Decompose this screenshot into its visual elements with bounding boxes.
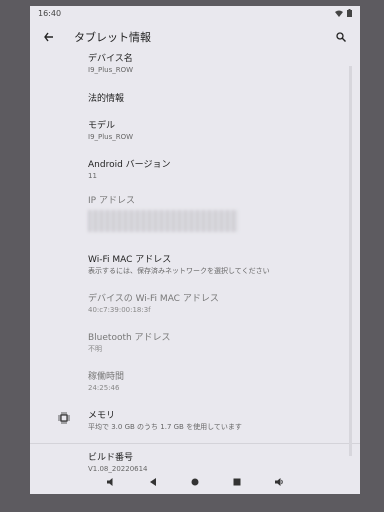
item-label: デバイス名: [88, 54, 133, 64]
item-label: Bluetooth アドレス: [88, 333, 171, 343]
item-label: デバイスの Wi-Fi MAC アドレス: [88, 294, 219, 304]
bluetooth-address-item: Bluetooth アドレス 不明: [30, 332, 360, 355]
divider: [30, 443, 360, 444]
device-wifi-mac-item: デバイスの Wi-Fi MAC アドレス 40:c7:39:00:18:3f: [30, 293, 360, 316]
item-label: メモリ: [88, 411, 116, 421]
settings-screen: 16:40 タブレット情報 デバイス名 I9_Plus_ROW 法的情報 モデル…: [30, 6, 360, 494]
page-title: タブレット情報: [74, 31, 151, 44]
nav-back-icon[interactable]: [148, 477, 158, 490]
nav-recents-icon[interactable]: [232, 477, 242, 490]
wifi-icon: [335, 10, 343, 17]
legal-info-item[interactable]: 法的情報: [30, 93, 360, 105]
back-arrow-icon[interactable]: [40, 28, 58, 46]
nav-home-icon[interactable]: [190, 477, 200, 490]
item-value: I9_Plus_ROW: [88, 133, 134, 141]
item-value: 表示するには、保存済みネットワークを選択してください: [88, 267, 270, 275]
volume-up-icon[interactable]: [274, 477, 284, 490]
battery-icon: [347, 9, 352, 17]
search-icon[interactable]: [332, 28, 350, 46]
status-time: 16:40: [38, 8, 62, 18]
item-value: 11: [88, 172, 97, 180]
item-label: Wi-Fi MAC アドレス: [88, 255, 172, 265]
uptime-item: 稼働時間 24:25:46: [30, 371, 360, 394]
item-label: 法的情報: [88, 94, 125, 104]
item-label: Android バージョン: [88, 160, 171, 170]
app-bar: タブレット情報: [30, 20, 360, 54]
about-list: デバイス名 I9_Plus_ROW 法的情報 モデル I9_Plus_ROW A…: [30, 53, 360, 475]
item-value: 24:25:46: [88, 384, 120, 392]
item-label: ビルド番号: [88, 453, 134, 463]
item-value: I9_Plus_ROW: [88, 66, 134, 74]
item-label: IP アドレス: [88, 196, 135, 206]
redacted-ip-address: [88, 210, 238, 232]
item-value: 不明: [88, 345, 102, 353]
status-icons: [335, 9, 352, 17]
wifi-mac-item[interactable]: Wi-Fi MAC アドレス 表示するには、保存済みネットワークを選択してくださ…: [30, 254, 360, 277]
device-name-item[interactable]: デバイス名 I9_Plus_ROW: [30, 53, 360, 76]
ip-address-item: IP アドレス: [30, 195, 360, 236]
model-item[interactable]: モデル I9_Plus_ROW: [30, 120, 360, 143]
item-label: 稼働時間: [88, 372, 125, 382]
memory-chip-icon: [58, 412, 70, 424]
memory-item[interactable]: メモリ 平均で 3.0 GB のうち 1.7 GB を使用しています: [30, 410, 360, 433]
item-label: モデル: [88, 121, 116, 131]
item-value: 40:c7:39:00:18:3f: [88, 306, 151, 314]
android-version-item[interactable]: Android バージョン 11: [30, 159, 360, 182]
item-value: 平均で 3.0 GB のうち 1.7 GB を使用しています: [88, 423, 242, 431]
status-bar: 16:40: [30, 6, 360, 20]
volume-down-icon[interactable]: [106, 477, 116, 490]
scrollbar[interactable]: [349, 66, 352, 456]
navigation-bar: [30, 472, 360, 494]
